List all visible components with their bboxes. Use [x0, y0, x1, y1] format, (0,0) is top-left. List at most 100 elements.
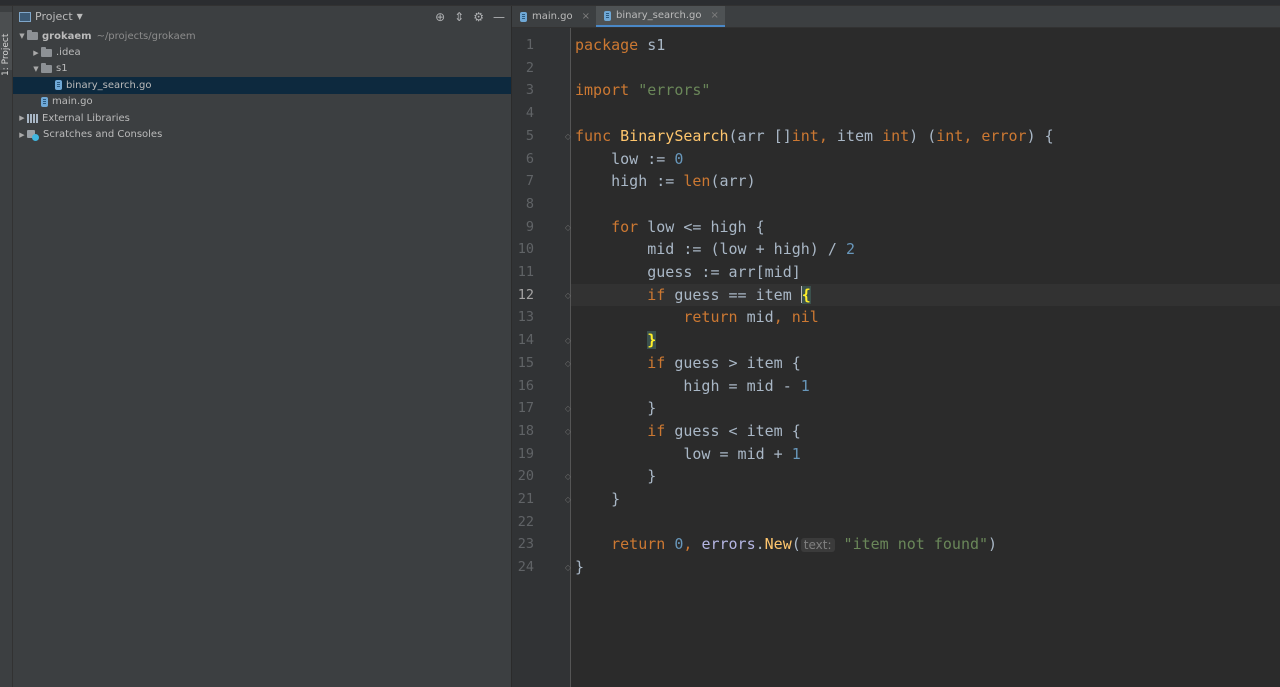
line-number: 21	[517, 491, 534, 507]
code-line[interactable]: func BinarySearch(arr []int, item int) (…	[571, 125, 1280, 148]
code-line[interactable]	[571, 511, 1280, 534]
code-text: return mid, nil	[683, 308, 819, 327]
code-line[interactable]: if guess < item {	[571, 420, 1280, 443]
code-line[interactable]: }	[571, 465, 1280, 488]
editor-tab-label: main.go	[532, 11, 573, 22]
project-tool-tab[interactable]: 1: Project	[0, 12, 12, 76]
project-panel-header: Project ▼ ⊕ ⇕ ⚙ —	[13, 6, 511, 27]
tree-item[interactable]: ▶ .idea	[13, 44, 511, 60]
collapse-arrow-icon[interactable]: ▶	[31, 49, 41, 57]
line-number: 20	[517, 468, 534, 485]
line-number: 10	[517, 241, 534, 258]
left-tool-strip: 1: Project	[0, 6, 13, 687]
line-number: 3	[525, 82, 534, 99]
expand-arrow-icon[interactable]: ▼	[17, 32, 27, 40]
close-icon[interactable]: ×	[711, 10, 719, 21]
code-line[interactable]: import "errors"	[571, 79, 1280, 102]
code-line[interactable]: low := 0	[571, 148, 1280, 171]
code-line[interactable]: }	[571, 397, 1280, 420]
code-text: low := 0	[575, 149, 684, 168]
line-number: 8	[525, 195, 534, 212]
tree-item-label: External Libraries	[42, 112, 130, 124]
collapse-arrow-icon[interactable]: ▶	[17, 114, 27, 122]
tree-item[interactable]: ▶ Scratches and Consoles	[13, 126, 511, 142]
gear-icon[interactable]: ⚙	[473, 10, 484, 24]
code-text: }	[647, 331, 657, 350]
code-text: high := len(arr)	[575, 172, 756, 191]
collapse-arrow-icon[interactable]: ▶	[17, 131, 27, 139]
code-text: import "errors"	[575, 81, 711, 100]
close-icon[interactable]: ×	[582, 11, 590, 22]
editor-tabs: main.go × binary_search.go ×	[512, 6, 1280, 28]
code-area[interactable]: package s1 import "errors" func BinarySear…	[571, 28, 1280, 687]
code-line[interactable]: low = mid + 1	[571, 443, 1280, 466]
tree-item[interactable]: ▼ s1	[13, 61, 511, 77]
code-text: if guess < item {	[647, 421, 801, 440]
code-line[interactable]: high = mid - 1	[571, 375, 1280, 398]
go-file-icon	[41, 96, 48, 107]
code-line[interactable]: if guess > item {	[571, 352, 1280, 375]
code-line[interactable]: }	[571, 556, 1280, 579]
chevron-down-icon: ▼	[76, 12, 83, 21]
code-line[interactable]	[571, 193, 1280, 216]
code-text: if guess == item {	[647, 285, 811, 304]
code-text: low = mid + 1	[575, 444, 801, 463]
code-line[interactable]: if guess == item {	[571, 283, 1280, 307]
parameter-hint: text:	[800, 538, 835, 553]
line-number: 11	[517, 264, 534, 280]
go-file-icon	[520, 11, 527, 22]
code-line[interactable]	[571, 57, 1280, 80]
code-line[interactable]: }	[571, 488, 1280, 511]
line-number: 15	[517, 354, 534, 371]
code-line[interactable]: for low <= high {	[571, 216, 1280, 239]
tree-item-label: .idea	[56, 47, 81, 59]
line-number: 24	[517, 559, 534, 576]
folder-icon	[41, 46, 52, 57]
tree-item-label: main.go	[52, 96, 93, 108]
tree-item-label: Scratches and Consoles	[43, 129, 163, 141]
tree-item-path: ~/projects/grokaem	[96, 30, 196, 42]
line-number: 16	[517, 377, 534, 394]
folder-icon	[41, 62, 52, 73]
code-text: func BinarySearch(arr []int, item int) (…	[575, 126, 1054, 145]
locate-file-icon[interactable]: ⊕	[435, 10, 445, 24]
tree-item-label: s1	[56, 63, 68, 75]
line-number: 19	[517, 445, 534, 462]
hide-panel-icon[interactable]: —	[493, 10, 505, 24]
code-line[interactable]	[571, 102, 1280, 125]
code-line[interactable]: mid := (low + high) / 2	[571, 238, 1280, 261]
code-text: }	[575, 558, 585, 577]
code-line[interactable]: return mid, nil	[571, 306, 1280, 329]
code-text: mid := (low + high) / 2	[575, 240, 855, 259]
tree-item[interactable]: main.go	[13, 94, 511, 110]
code-text: high = mid - 1	[575, 376, 810, 395]
tree-item[interactable]: binary_search.go	[13, 77, 511, 94]
tree-item-label: binary_search.go	[66, 79, 152, 91]
code-line[interactable]: return 0, errors.New(text: "item not fou…	[571, 533, 1280, 556]
line-number: 5	[525, 127, 534, 144]
code-line[interactable]: package s1	[571, 34, 1280, 57]
project-view-selector[interactable]: Project ▼	[19, 10, 83, 23]
code-line[interactable]: high := len(arr)	[571, 170, 1280, 193]
line-number: 4	[525, 105, 534, 122]
expand-arrow-icon[interactable]: ▼	[31, 65, 41, 73]
line-number: 2	[525, 59, 534, 76]
editor-tab[interactable]: main.go ×	[512, 6, 596, 27]
line-number: 7	[525, 173, 534, 190]
tree-item[interactable]: ▶ External Libraries	[13, 110, 511, 126]
code-line[interactable]: guess := arr[mid]	[571, 261, 1280, 284]
collapse-all-icon[interactable]: ⇕	[454, 10, 464, 24]
project-panel-title: Project	[35, 10, 73, 23]
code-text: }	[575, 490, 621, 508]
line-number: 6	[525, 150, 534, 167]
editor-tab[interactable]: binary_search.go ×	[596, 6, 725, 27]
go-file-icon	[55, 80, 62, 91]
code-line[interactable]: }	[571, 329, 1280, 352]
line-number: 14	[517, 332, 534, 349]
folder-icon	[27, 30, 38, 41]
tree-item[interactable]: ▼ grokaem ~/projects/grokaem	[13, 28, 511, 44]
editor: main.go × binary_search.go × 1 2 3 4 5 ◇ 6 7 8 9 ◇ 10 1…	[512, 6, 1280, 687]
line-number: 17	[517, 400, 534, 417]
line-number: 1	[525, 37, 534, 53]
project-tree: ▼ grokaem ~/projects/grokaem ▶ .idea ▼ s1 binar…	[13, 28, 511, 143]
